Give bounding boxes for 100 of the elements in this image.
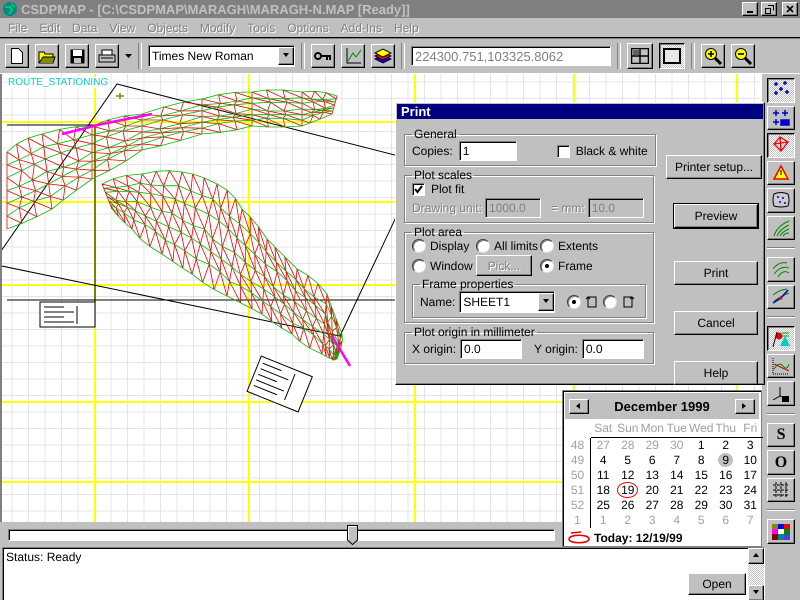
layers-button[interactable] — [371, 44, 395, 68]
copies-field[interactable]: 1 — [458, 141, 517, 161]
checkbox-label: Plot fit — [431, 182, 464, 196]
today-label[interactable]: Today: 12/19/99 — [594, 531, 682, 545]
radio-button[interactable] — [476, 239, 490, 253]
y-origin-label: Y origin: — [534, 342, 578, 356]
calendar-day[interactable]: 20 — [642, 483, 663, 497]
layers-icon — [374, 48, 392, 64]
single-view-button[interactable] — [659, 43, 685, 69]
calendar-day[interactable]: 3 — [742, 438, 758, 452]
axes-3d-tool-button[interactable] — [767, 381, 796, 406]
calendar-day[interactable]: 11 — [593, 468, 614, 482]
contour-lines-tool-button[interactable] — [767, 216, 796, 240]
radio-button[interactable] — [540, 239, 554, 253]
radio-button[interactable] — [412, 239, 426, 253]
dialog-button[interactable]: Print — [674, 261, 758, 285]
weekday-label: Thu — [714, 421, 738, 438]
axes-chart-button[interactable] — [341, 44, 365, 68]
y-origin-field[interactable]: 0.0 — [582, 339, 644, 359]
zoom-out-button[interactable] — [731, 44, 755, 68]
key-button[interactable] — [311, 44, 335, 68]
triangle-shapes-tool-button[interactable] — [767, 326, 796, 351]
calendar-day[interactable]: 4 — [596, 453, 611, 467]
letter-tool-button[interactable]: S — [767, 422, 796, 448]
zoom-in-button[interactable] — [701, 44, 725, 68]
calendar-day[interactable]: 7 — [669, 453, 684, 467]
slider-thumb[interactable] — [347, 524, 358, 544]
calendar-day[interactable]: 16 — [715, 468, 736, 482]
font-dropdown[interactable]: Times New Roman — [148, 45, 295, 67]
x-origin-field[interactable]: 0.0 — [460, 339, 522, 359]
calendar-day[interactable]: 6 — [644, 453, 660, 467]
calendar-day[interactable]: 22 — [690, 483, 712, 497]
calendar-day[interactable]: 18 — [592, 483, 614, 497]
scatter-points-tool-button[interactable] — [767, 78, 796, 103]
vertical-scrollbar[interactable] — [748, 548, 764, 600]
dialog-button[interactable]: Preview — [674, 204, 758, 228]
calendar-day[interactable]: 19 — [617, 482, 638, 498]
point-cloud-tool-button[interactable] — [767, 188, 796, 213]
coordinates-field[interactable]: 224300.751,103325.8062 — [411, 46, 611, 66]
dialog-button[interactable]: Help — [674, 361, 758, 385]
calendar-day[interactable]: 13 — [642, 468, 663, 482]
calendar-day[interactable]: 26 — [617, 498, 638, 512]
checkbox[interactable] — [412, 182, 425, 196]
dialog-button[interactable]: Cancel — [674, 311, 758, 335]
folder-icon — [38, 48, 56, 64]
calendar-day[interactable]: 5 — [620, 453, 636, 467]
rotate-frame-icon — [621, 295, 636, 309]
calendar-day[interactable]: 23 — [715, 483, 736, 497]
calendar-day[interactable]: 12 — [617, 468, 638, 482]
contour-map-tool-button[interactable] — [767, 257, 796, 282]
color-palette-tool-button[interactable] — [767, 519, 796, 544]
calendar-day[interactable]: 15 — [690, 468, 712, 482]
numbered-points-tool-button[interactable] — [767, 106, 796, 130]
route-profile-tool-button[interactable] — [767, 284, 796, 310]
letter-tool-button[interactable]: O — [767, 450, 796, 475]
next-month-button[interactable] — [735, 398, 755, 414]
dashed-grid-tool-button[interactable] — [767, 478, 796, 502]
dropdown-button[interactable] — [538, 293, 554, 311]
open-button[interactable]: Open — [688, 573, 746, 595]
radio-button[interactable] — [567, 295, 582, 309]
calendar-day[interactable]: 31 — [740, 498, 761, 512]
checkbox[interactable] — [556, 144, 570, 158]
minimize-button[interactable] — [742, 2, 758, 16]
restore-button[interactable] — [761, 2, 777, 16]
dropdown-button[interactable] — [278, 47, 294, 65]
dialog-button[interactable]: Printer setup... — [666, 155, 762, 179]
calendar-day[interactable]: 28 — [666, 498, 688, 512]
radio-button[interactable] — [412, 258, 426, 272]
calendar-day[interactable]: 30 — [715, 498, 736, 512]
calendar-day[interactable]: 25 — [592, 498, 614, 512]
radio-button[interactable] — [603, 295, 618, 309]
calendar-day[interactable]: 8 — [694, 453, 709, 467]
previous-month-button[interactable] — [569, 398, 589, 414]
calendar-day[interactable]: 10 — [740, 453, 761, 467]
calendar-day[interactable]: 29 — [690, 498, 712, 512]
caret-icon[interactable] — [125, 54, 132, 58]
name-label: Name: — [420, 295, 456, 309]
frame-name-dropdown[interactable]: SHEET1 — [459, 291, 556, 313]
north-marker-icon — [115, 92, 125, 100]
calendar-day[interactable]: 17 — [740, 468, 761, 482]
weekday-label: Sat — [591, 421, 616, 438]
print-button[interactable] — [95, 44, 119, 68]
profile-chart-tool-button[interactable] — [767, 354, 796, 378]
close-button[interactable] — [782, 2, 798, 16]
document-icon — [10, 48, 24, 64]
four-pane-view-button[interactable] — [627, 43, 653, 69]
calendar-day[interactable]: 2 — [718, 438, 734, 452]
option-label: Display — [430, 239, 470, 253]
calendar-day[interactable]: 21 — [666, 483, 688, 497]
warning-triangle-tool-button[interactable] — [767, 160, 796, 186]
calendar-day[interactable]: 1 — [694, 438, 709, 452]
save-button[interactable] — [65, 44, 89, 68]
radio-button[interactable] — [540, 258, 554, 272]
new-file-button[interactable] — [5, 44, 29, 68]
calendar-day[interactable]: 9 — [718, 453, 734, 467]
calendar-day[interactable]: 27 — [642, 498, 663, 512]
open-folder-button[interactable] — [35, 44, 59, 68]
triangle-net-tool-button[interactable] — [767, 133, 796, 158]
calendar-day[interactable]: 14 — [666, 468, 688, 482]
calendar-day[interactable]: 24 — [740, 483, 761, 497]
